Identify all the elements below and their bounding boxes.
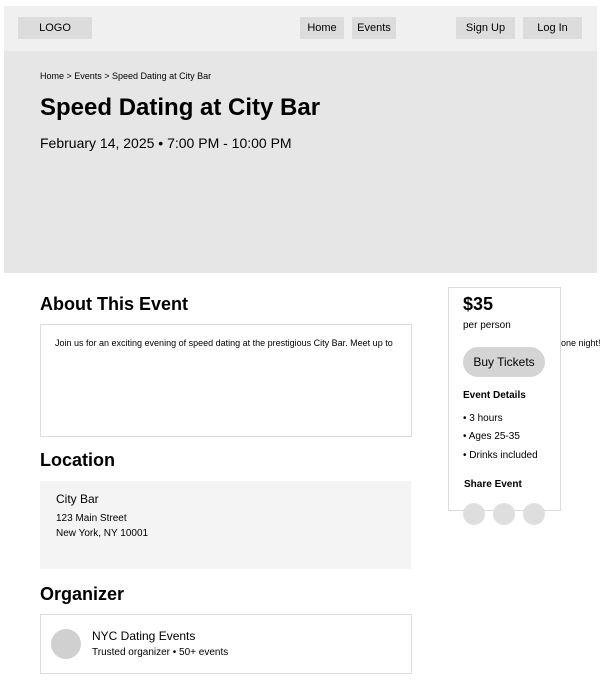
event-detail-ages: • Ages 25-35	[463, 431, 520, 442]
sign-up-button[interactable]: Sign Up	[456, 17, 515, 39]
event-detail-drinks: • Drinks included	[463, 450, 538, 461]
about-heading: About This Event	[40, 294, 188, 314]
location-heading: Location	[40, 450, 115, 470]
organizer-avatar	[51, 629, 81, 659]
share-option-2-icon[interactable]	[493, 503, 515, 525]
about-description-text: Join us for an exciting evening of speed…	[55, 338, 393, 348]
share-event-heading: Share Event	[464, 479, 522, 490]
about-description-overflow: one night!	[561, 338, 601, 348]
organizer-name[interactable]: NYC Dating Events	[92, 629, 195, 643]
nav-home-link[interactable]: Home	[300, 17, 344, 39]
event-date-time: February 14, 2025 • 7:00 PM - 10:00 PM	[40, 135, 292, 151]
buy-tickets-button[interactable]: Buy Tickets	[463, 347, 545, 377]
log-in-button[interactable]: Log In	[523, 17, 582, 39]
logo[interactable]: LOGO	[18, 17, 92, 39]
event-details-heading: Event Details	[463, 390, 526, 401]
event-hero-banner	[4, 51, 597, 273]
nav-events-link[interactable]: Events	[352, 17, 396, 39]
event-detail-duration: • 3 hours	[463, 413, 503, 424]
share-option-1-icon[interactable]	[463, 503, 485, 525]
organizer-heading: Organizer	[40, 584, 125, 604]
ticket-price: $35	[463, 294, 494, 314]
organizer-card[interactable]	[40, 614, 412, 674]
venue-name: City Bar	[56, 492, 99, 506]
venue-street: 123 Main Street	[56, 513, 127, 524]
venue-city: New York, NY 10001	[56, 528, 149, 539]
breadcrumb[interactable]: Home > Events > Speed Dating at City Bar	[40, 71, 211, 81]
page-title: Speed Dating at City Bar	[40, 94, 321, 121]
price-unit: per person	[463, 320, 511, 331]
share-option-3-icon[interactable]	[523, 503, 545, 525]
organizer-subtitle: Trusted organizer • 50+ events	[92, 647, 229, 658]
